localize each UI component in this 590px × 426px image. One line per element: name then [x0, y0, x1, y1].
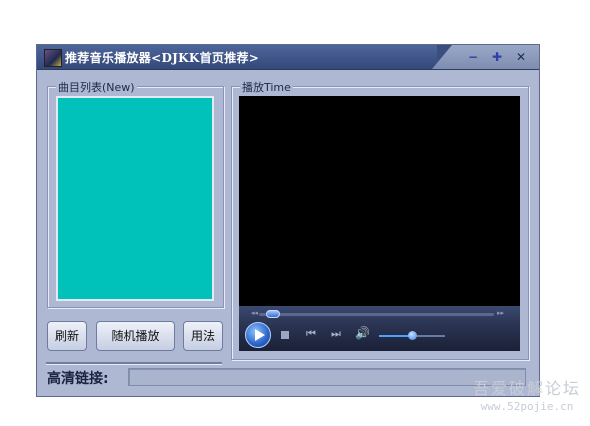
player-group-label: 播放Time	[240, 79, 293, 95]
seek-thumb[interactable]	[266, 310, 280, 318]
hd-link-field[interactable]	[128, 368, 526, 386]
player-controls: ◂◂ ▸▸ ⏮ ⏭ 🔊	[239, 306, 520, 351]
watermark-line2: www.52pojie.cn	[480, 400, 574, 413]
stop-icon[interactable]	[281, 331, 289, 339]
video-area[interactable]	[239, 96, 520, 306]
close-button[interactable]: ✕	[514, 50, 528, 64]
watermark: 吾爱破解论坛 www.52pojie.cn	[468, 375, 586, 413]
seek-bar[interactable]	[259, 313, 494, 316]
playlist-group-label: 曲目列表(New)	[56, 79, 137, 95]
watermark-line1: 吾爱破解论坛	[472, 379, 581, 398]
maximize-button[interactable]: ✚	[490, 50, 504, 64]
random-play-button[interactable]: 随机播放	[96, 321, 175, 351]
usage-button[interactable]: 用法	[183, 321, 223, 351]
play-icon[interactable]	[245, 322, 271, 348]
next-icon[interactable]: ⏭	[331, 328, 341, 340]
fast-forward-icon[interactable]: ▸▸	[497, 309, 504, 317]
rewind-icon[interactable]: ◂◂	[251, 309, 258, 317]
title-bar[interactable]: 推荐音乐播放器<DJKK首页推荐> − ✚ ✕	[37, 45, 539, 70]
previous-icon[interactable]: ⏮	[306, 328, 316, 340]
hd-link-label: 高清链接:	[47, 371, 109, 387]
volume-icon[interactable]: 🔊	[355, 327, 370, 339]
minimize-button[interactable]: −	[466, 50, 480, 64]
app-window: 推荐音乐播放器<DJKK首页推荐> − ✚ ✕ 曲目列表(New) 刷新 随机播…	[36, 44, 540, 397]
window-title: 推荐音乐播放器<DJKK首页推荐>	[65, 51, 260, 65]
divider	[46, 362, 222, 365]
refresh-button[interactable]: 刷新	[47, 321, 87, 351]
app-logo-icon	[44, 49, 62, 67]
volume-thumb[interactable]	[408, 331, 417, 340]
playlist-listbox[interactable]	[56, 96, 214, 301]
